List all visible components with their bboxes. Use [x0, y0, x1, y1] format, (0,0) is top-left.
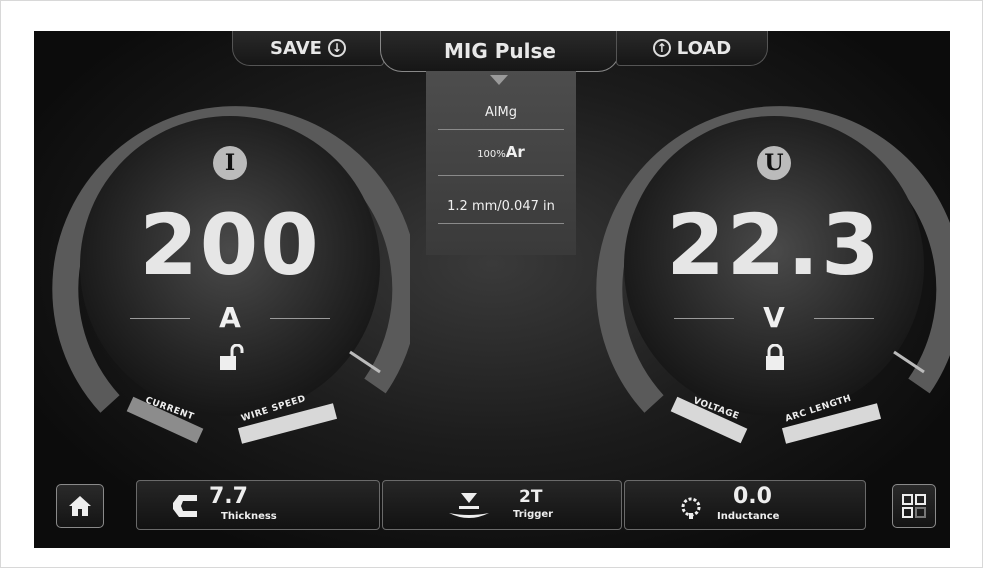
- divider: [438, 129, 564, 130]
- gas-prefix: 100%: [477, 149, 506, 160]
- trigger-value: 2T: [519, 487, 543, 507]
- unit-divider-right: [270, 318, 330, 319]
- load-arrow-up-icon: ↑: [652, 39, 671, 57]
- thickness-label: Thickness: [221, 511, 277, 522]
- voltage-badge: U: [757, 146, 791, 180]
- save-label: SAVE: [270, 37, 322, 59]
- material-option[interactable]: AlMg: [426, 105, 576, 120]
- inductance-button[interactable]: 0.0 Inductance: [624, 480, 866, 530]
- voltage-value: 22.3: [666, 196, 882, 294]
- divider: [438, 175, 564, 176]
- divider: [438, 223, 564, 224]
- welding-mode-label: MIG Pulse: [444, 39, 556, 63]
- top-bar: SAVE ↓ MIG Pulse ↑ LOAD: [232, 31, 770, 72]
- dropdown-triangle-icon[interactable]: [490, 75, 508, 85]
- unit-divider-right: [814, 318, 874, 319]
- unlock-icon[interactable]: [220, 344, 244, 372]
- gas-option[interactable]: 100%Ar: [426, 143, 576, 161]
- thickness-value: 7.7: [209, 484, 248, 509]
- voltage-unit: V: [763, 301, 785, 334]
- voltage-dial[interactable]: U 22.3 V VOLTAGE ARC LENGTH: [594, 86, 950, 446]
- gas-name: Ar: [505, 143, 525, 161]
- process-panel: AlMg 100%Ar 1.2 mm/0.047 in: [426, 71, 576, 255]
- home-icon: [69, 496, 91, 516]
- current-value: 200: [139, 196, 321, 294]
- save-arrow-down-icon: ↓: [327, 39, 346, 57]
- load-button[interactable]: ↑ LOAD: [616, 31, 768, 66]
- welding-mode-button[interactable]: MIG Pulse: [380, 31, 620, 72]
- bottom-bar: 7.7 Thickness 2T Trigger 0.0 Inductance: [34, 478, 950, 548]
- current-dial[interactable]: I 200 A CURRENT WIRE SPEED: [50, 86, 410, 446]
- menu-grid-button[interactable]: [892, 484, 936, 528]
- load-label: LOAD: [676, 37, 732, 59]
- thickness-button[interactable]: 7.7 Thickness: [136, 480, 380, 530]
- trigger-button[interactable]: 2T Trigger: [382, 480, 622, 530]
- home-button[interactable]: [56, 484, 104, 528]
- grid-icon: [902, 494, 926, 518]
- trigger-torch-icon: [449, 493, 489, 518]
- lock-icon[interactable]: [764, 344, 788, 372]
- inductance-value: 0.0: [733, 484, 772, 509]
- welder-screen: SAVE ↓ MIG Pulse ↑ LOAD AlMg 100%Ar 1.2 …: [34, 31, 950, 548]
- inductance-coil-icon: [681, 497, 701, 519]
- current-unit: A: [219, 301, 241, 334]
- save-button[interactable]: SAVE ↓: [232, 31, 384, 66]
- thickness-icon: [173, 495, 197, 517]
- current-badge: I: [213, 146, 247, 180]
- inductance-label: Inductance: [717, 511, 780, 522]
- wire-diameter-option[interactable]: 1.2 mm/0.047 in: [426, 199, 576, 214]
- trigger-label: Trigger: [513, 509, 554, 520]
